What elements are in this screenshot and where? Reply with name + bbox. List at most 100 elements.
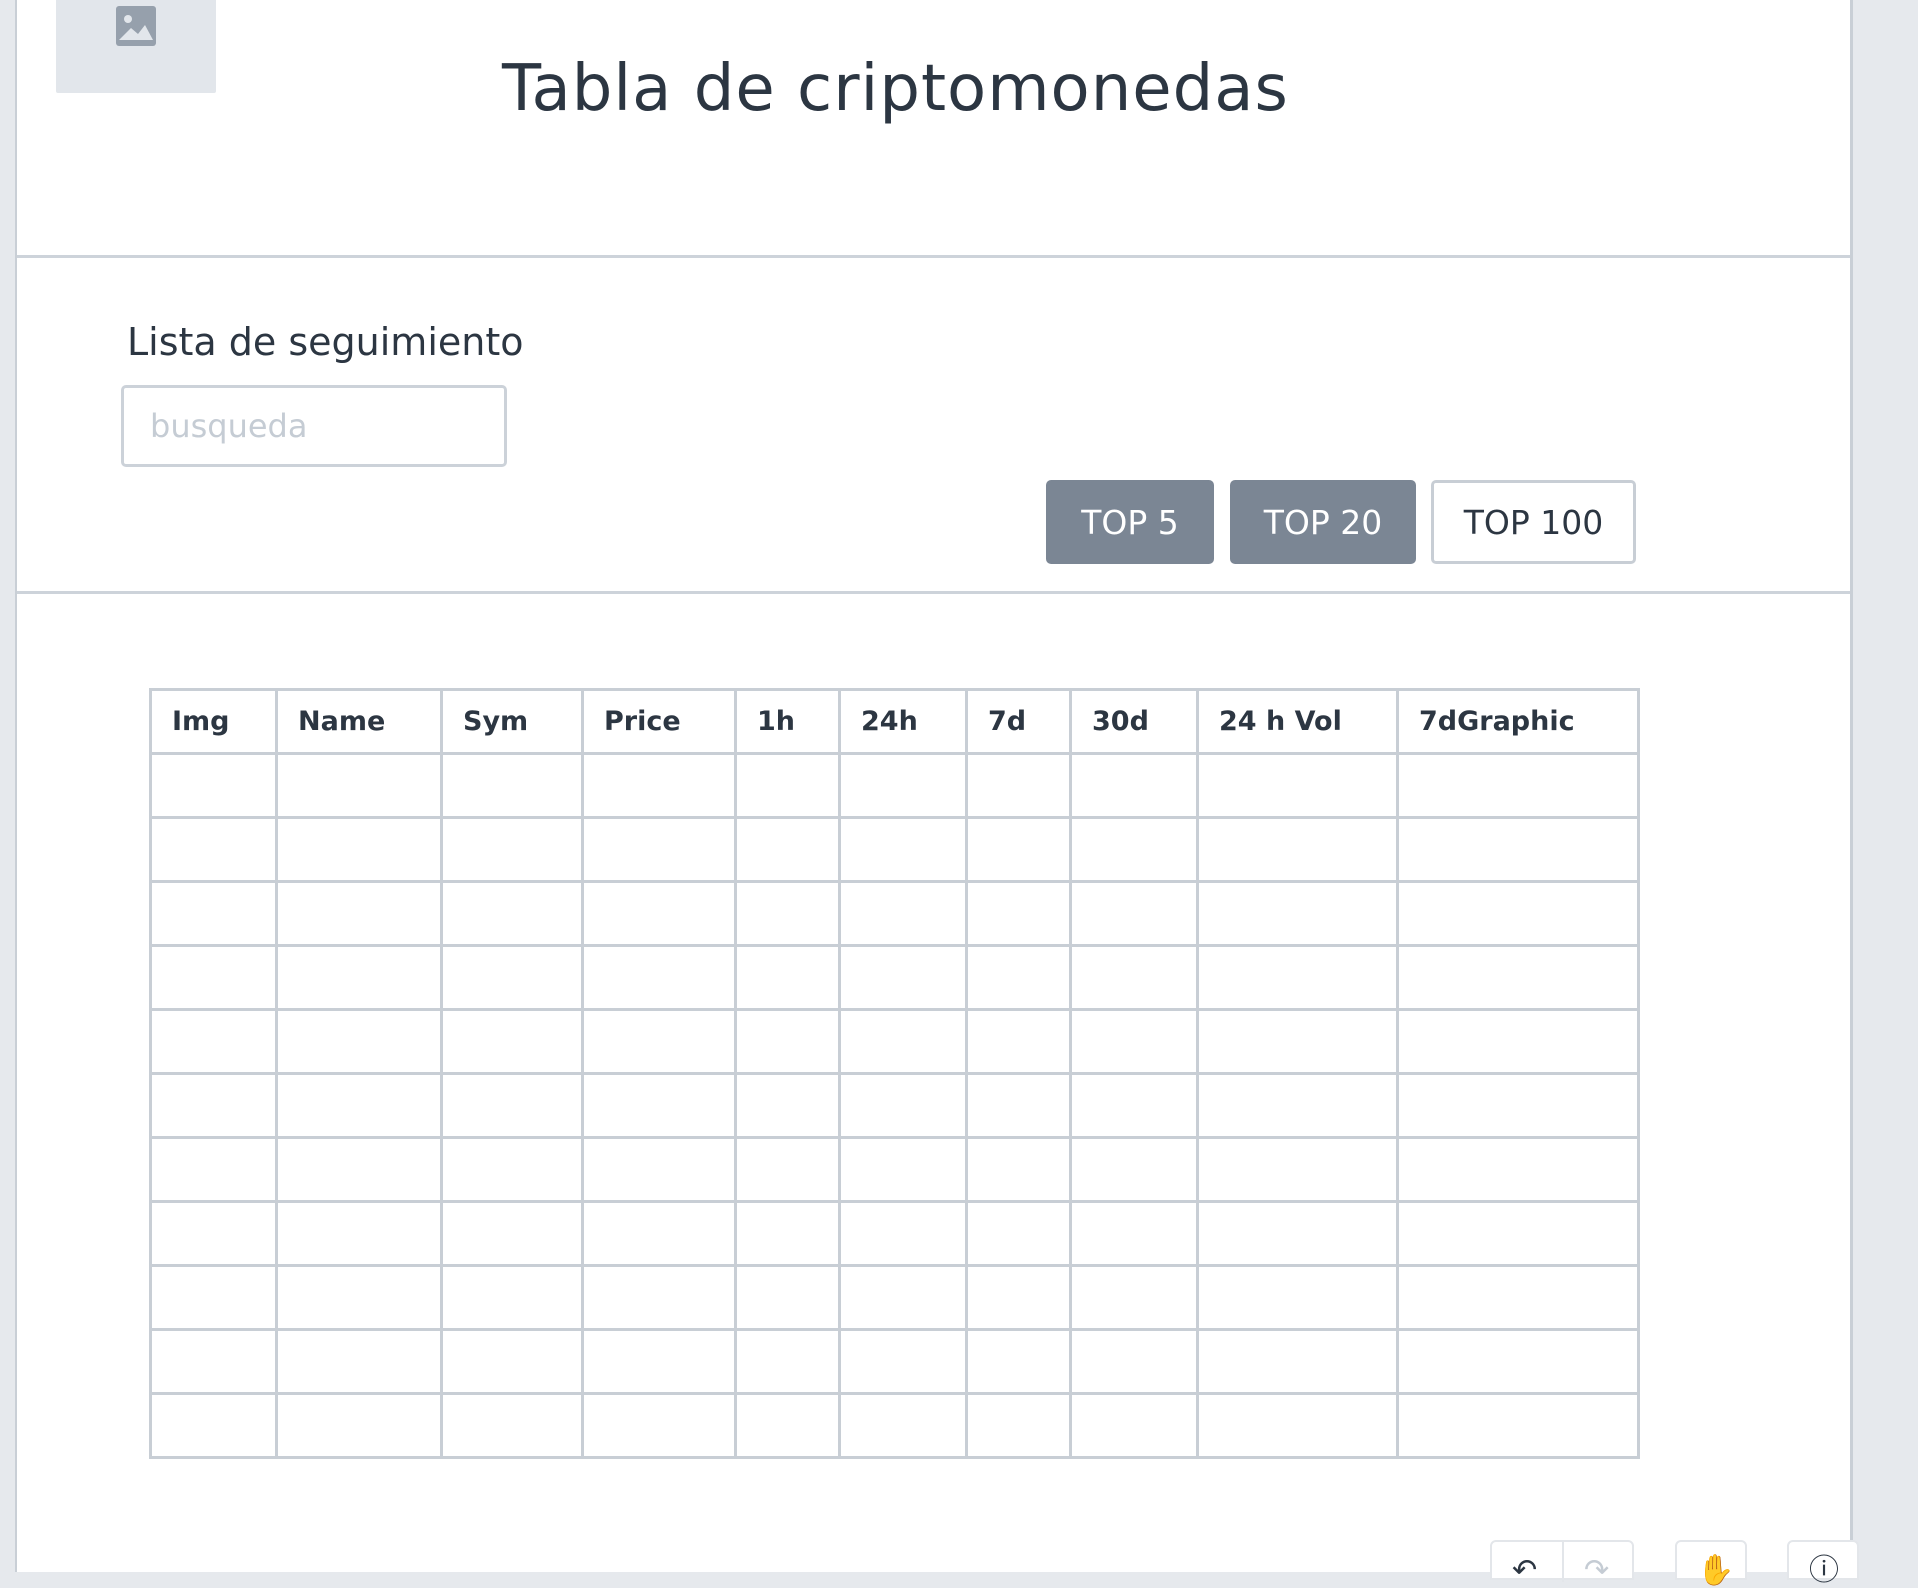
table-cell xyxy=(1069,1200,1199,1267)
table-cell xyxy=(1196,1072,1399,1139)
table-cell xyxy=(149,1072,278,1139)
table-cell xyxy=(838,1328,968,1395)
divider-top xyxy=(17,255,1850,258)
table-cell xyxy=(581,1072,737,1139)
table-cell xyxy=(149,752,278,819)
undo-icon[interactable]: ↶ xyxy=(1512,1556,1537,1586)
table-cell xyxy=(965,1136,1072,1203)
table-cell xyxy=(1196,944,1399,1011)
column-header-7d-graphic[interactable]: 7dGraphic xyxy=(1396,688,1640,755)
table-cell xyxy=(1396,1136,1640,1203)
table-row xyxy=(149,752,1640,819)
table-cell xyxy=(1196,1264,1399,1331)
table-cell xyxy=(149,880,278,947)
toolbar-separator xyxy=(1562,1542,1564,1582)
table-cell xyxy=(1196,1136,1399,1203)
table-cell xyxy=(1396,1264,1640,1331)
table-cell xyxy=(1069,1392,1199,1459)
hand-icon[interactable]: ✋ xyxy=(1697,1556,1734,1586)
table-cell xyxy=(965,880,1072,947)
table-cell xyxy=(581,816,737,883)
top-100-button[interactable]: TOP 100 xyxy=(1431,480,1636,564)
search-input[interactable] xyxy=(121,385,507,467)
table-cell xyxy=(149,1328,278,1395)
table-row xyxy=(149,1392,1640,1459)
table-cell xyxy=(1396,752,1640,819)
table-cell xyxy=(440,1328,584,1395)
table-cell xyxy=(838,880,968,947)
table-cell xyxy=(734,1008,841,1075)
table-cell xyxy=(440,1136,584,1203)
table-cell xyxy=(275,1200,443,1267)
table-cell xyxy=(149,944,278,1011)
table-cell xyxy=(1069,816,1199,883)
table-cell xyxy=(838,1136,968,1203)
table-cell xyxy=(838,752,968,819)
crypto-table: Img Name Sym Price 1h 24h 7d 30d 24 h Vo… xyxy=(149,688,1640,1459)
table-cell xyxy=(275,816,443,883)
table-cell xyxy=(440,1072,584,1139)
table-cell xyxy=(275,752,443,819)
top-5-button[interactable]: TOP 5 xyxy=(1046,480,1214,564)
column-header-sym[interactable]: Sym xyxy=(440,688,584,755)
table-cell xyxy=(965,1008,1072,1075)
table-cell xyxy=(581,1136,737,1203)
table-cell xyxy=(1196,1200,1399,1267)
table-cell xyxy=(1396,1200,1640,1267)
table-cell xyxy=(581,1264,737,1331)
table-cell xyxy=(1396,1072,1640,1139)
table-cell xyxy=(1196,1008,1399,1075)
table-cell xyxy=(275,1136,443,1203)
column-header-price[interactable]: Price xyxy=(581,688,737,755)
page-canvas: Tabla de criptomonedas Lista de seguimie… xyxy=(15,0,1853,1572)
table-cell xyxy=(440,944,584,1011)
table-cell xyxy=(965,944,1072,1011)
table-cell xyxy=(1069,1264,1199,1331)
table-cell xyxy=(440,880,584,947)
table-cell xyxy=(440,752,584,819)
table-cell xyxy=(275,880,443,947)
table-cell xyxy=(581,1008,737,1075)
table-header-row: Img Name Sym Price 1h 24h 7d 30d 24 h Vo… xyxy=(149,688,1640,755)
table-cell xyxy=(1196,1392,1399,1459)
table-cell xyxy=(734,1328,841,1395)
table-row xyxy=(149,1264,1640,1331)
table-cell xyxy=(1396,880,1640,947)
column-header-1h[interactable]: 1h xyxy=(734,688,841,755)
table-cell xyxy=(838,1072,968,1139)
table-cell xyxy=(838,944,968,1011)
table-row xyxy=(149,1008,1640,1075)
table-cell xyxy=(1396,816,1640,883)
column-header-7d[interactable]: 7d xyxy=(965,688,1072,755)
table-cell xyxy=(734,1200,841,1267)
table-cell xyxy=(149,1264,278,1331)
column-header-24h-vol[interactable]: 24 h Vol xyxy=(1196,688,1399,755)
table-cell xyxy=(838,1264,968,1331)
table-cell xyxy=(734,1264,841,1331)
info-icon[interactable]: ⓘ xyxy=(1809,1556,1839,1586)
table-cell xyxy=(275,1008,443,1075)
table-cell xyxy=(440,1392,584,1459)
table-row xyxy=(149,944,1640,1011)
table-cell xyxy=(149,1008,278,1075)
table-cell xyxy=(149,1392,278,1459)
column-header-name[interactable]: Name xyxy=(275,688,443,755)
column-header-30d[interactable]: 30d xyxy=(1069,688,1199,755)
table-cell xyxy=(734,1136,841,1203)
table-row xyxy=(149,1328,1640,1395)
table-cell xyxy=(965,752,1072,819)
table-cell xyxy=(965,1328,1072,1395)
table-cell xyxy=(149,816,278,883)
table-cell xyxy=(275,1264,443,1331)
column-header-24h[interactable]: 24h xyxy=(838,688,968,755)
table-cell xyxy=(838,1200,968,1267)
table-cell xyxy=(149,1136,278,1203)
column-header-img[interactable]: Img xyxy=(149,688,278,755)
table-cell xyxy=(440,1200,584,1267)
top-20-button[interactable]: TOP 20 xyxy=(1230,480,1416,564)
table-row xyxy=(149,880,1640,947)
table-cell xyxy=(1196,816,1399,883)
table-cell xyxy=(440,1264,584,1331)
redo-icon[interactable]: ↷ xyxy=(1584,1556,1609,1586)
table-row xyxy=(149,1136,1640,1203)
